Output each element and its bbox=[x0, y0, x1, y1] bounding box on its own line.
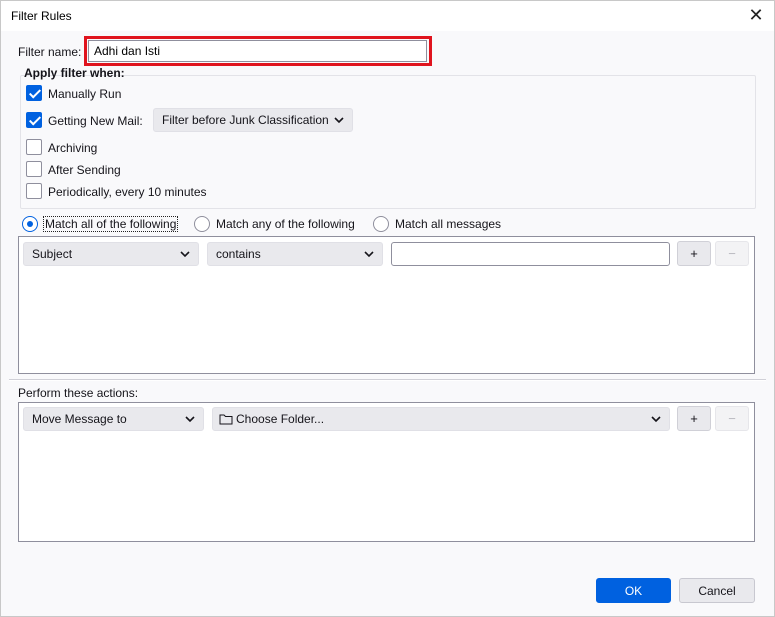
criteria-value-input[interactable] bbox=[391, 242, 670, 266]
chevron-down-icon bbox=[185, 416, 195, 423]
manually-run-checkbox[interactable] bbox=[26, 85, 42, 101]
window-title: Filter Rules bbox=[11, 9, 72, 23]
criteria-field-select[interactable]: Subject bbox=[23, 242, 199, 266]
chevron-down-icon bbox=[364, 251, 374, 258]
apply-filter-heading: Apply filter when: bbox=[24, 66, 125, 80]
criteria-field-value: Subject bbox=[32, 247, 73, 261]
match-all-label[interactable]: Match all of the following bbox=[43, 216, 179, 232]
filter-name-label: Filter name: bbox=[18, 45, 82, 59]
criteria-operator-value: contains bbox=[216, 247, 261, 261]
filter-timing-select[interactable]: Filter before Junk Classification bbox=[153, 108, 353, 132]
cancel-button[interactable]: Cancel bbox=[679, 578, 755, 603]
ok-button[interactable]: OK bbox=[596, 578, 671, 603]
close-icon[interactable]: ✕ bbox=[748, 6, 764, 24]
remove-criteria-button[interactable]: − bbox=[715, 241, 749, 266]
title-bar: Filter Rules ✕ bbox=[1, 1, 774, 31]
match-all-radio[interactable] bbox=[22, 216, 38, 232]
getting-new-mail-label[interactable]: Getting New Mail: bbox=[48, 114, 143, 128]
archiving-label[interactable]: Archiving bbox=[48, 141, 97, 155]
archiving-checkbox[interactable] bbox=[26, 139, 42, 155]
manually-run-label[interactable]: Manually Run bbox=[48, 87, 121, 101]
action-type-value: Move Message to bbox=[32, 412, 127, 426]
getting-new-mail-checkbox[interactable] bbox=[26, 112, 42, 128]
filter-timing-value: Filter before Junk Classification bbox=[162, 113, 329, 127]
folder-picker-value: Choose Folder... bbox=[236, 412, 325, 426]
section-divider bbox=[9, 379, 766, 381]
folder-icon bbox=[219, 414, 233, 425]
annotation-highlight-box bbox=[84, 36, 432, 66]
periodically-label[interactable]: Periodically, every 10 minutes bbox=[48, 185, 207, 199]
add-criteria-button[interactable]: + bbox=[677, 241, 711, 266]
criteria-operator-select[interactable]: contains bbox=[207, 242, 383, 266]
filter-rules-dialog: Filter Rules ✕ Filter name: Apply filter… bbox=[0, 0, 775, 617]
perform-actions-heading: Perform these actions: bbox=[18, 386, 139, 400]
folder-picker-select[interactable]: Choose Folder... bbox=[212, 407, 670, 431]
match-any-label[interactable]: Match any of the following bbox=[216, 217, 355, 231]
chevron-down-icon bbox=[334, 117, 344, 124]
chevron-down-icon bbox=[180, 251, 190, 258]
periodically-checkbox[interactable] bbox=[26, 183, 42, 199]
match-any-radio[interactable] bbox=[194, 216, 210, 232]
match-all-messages-radio[interactable] bbox=[373, 216, 389, 232]
after-sending-checkbox[interactable] bbox=[26, 161, 42, 177]
after-sending-label[interactable]: After Sending bbox=[48, 163, 121, 177]
chevron-down-icon bbox=[651, 416, 661, 423]
add-action-button[interactable]: + bbox=[677, 406, 711, 431]
match-all-messages-label[interactable]: Match all messages bbox=[395, 217, 501, 231]
remove-action-button[interactable]: − bbox=[715, 406, 749, 431]
action-type-select[interactable]: Move Message to bbox=[23, 407, 204, 431]
